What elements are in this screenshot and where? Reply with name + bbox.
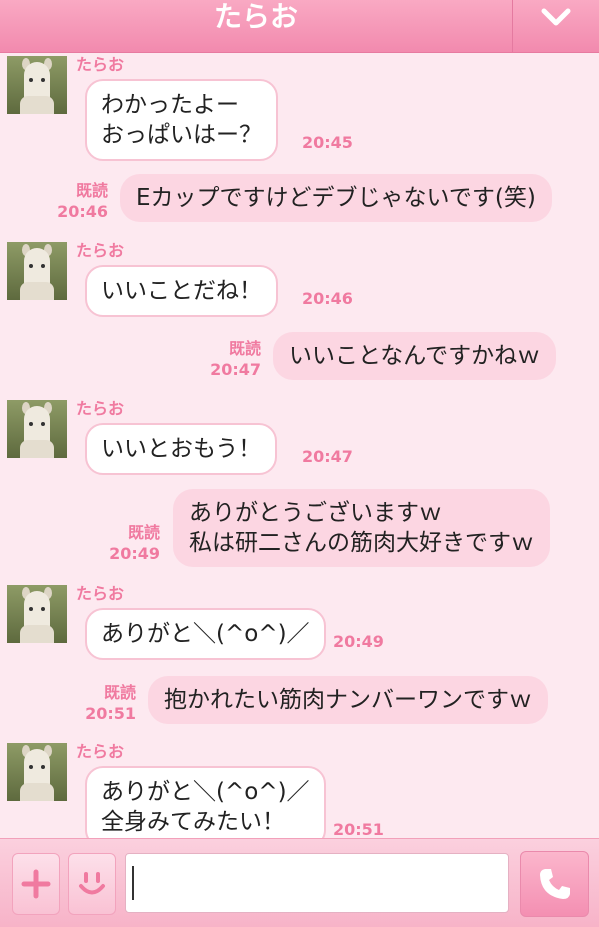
- read-receipt: 既読 20:49: [109, 522, 160, 564]
- message-time: 20:47: [210, 360, 261, 379]
- message-line: いいとおもう！: [101, 436, 262, 462]
- call-button[interactable]: [520, 851, 589, 917]
- chat-title: たらお: [213, 0, 298, 33]
- sender-name: たらお: [76, 55, 125, 74]
- avatar[interactable]: [7, 242, 67, 300]
- message-time: 20:49: [333, 632, 384, 651]
- add-button[interactable]: [12, 853, 60, 915]
- message-time: 20:46: [302, 289, 353, 308]
- message-bubble[interactable]: いいことだね！: [85, 265, 278, 317]
- read-label: 既読: [103, 683, 136, 702]
- message-line: いいことなんですかねｗ: [289, 343, 541, 369]
- message-bubble[interactable]: わかったよー おっぱいはー？: [85, 79, 278, 161]
- menu-button[interactable]: [513, 0, 599, 52]
- message-time: 20:51: [333, 820, 384, 838]
- read-label: 既読: [127, 523, 160, 542]
- read-receipt: 既読 20:46: [57, 180, 108, 222]
- message-line: わかったよー: [101, 92, 239, 118]
- sender-name: たらお: [76, 584, 125, 603]
- plus-icon: [21, 869, 51, 899]
- message-line: ありがと＼(^o^)／: [101, 621, 310, 647]
- sender-name: たらお: [76, 399, 125, 418]
- message-bubble[interactable]: Eカップですけどデブじゃないです(笑): [120, 174, 552, 222]
- message-line: 私は研二さんの筋肉大好きですｗ: [189, 530, 534, 556]
- message-line: ありがとうございますｗ: [189, 500, 442, 526]
- message-time: 20:51: [85, 704, 136, 723]
- message-bubble[interactable]: 抱かれたい筋肉ナンバーワンですｗ: [148, 676, 548, 724]
- message-time: 20:47: [302, 447, 353, 466]
- message-bubble[interactable]: いいとおもう！: [85, 423, 278, 475]
- message-bubble[interactable]: ありがと＼(^o^)／ 全身みてみたい！: [85, 766, 326, 838]
- message-line: おっぱいはー？: [101, 122, 262, 148]
- sender-name: たらお: [76, 742, 125, 761]
- read-label: 既読: [228, 339, 261, 358]
- read-receipt: 既読 20:47: [210, 338, 261, 380]
- avatar[interactable]: [7, 585, 67, 643]
- read-receipt: 既読 20:51: [85, 682, 136, 724]
- sender-name: たらお: [76, 241, 125, 260]
- message-bubble[interactable]: ありがとうございますｗ 私は研二さんの筋肉大好きですｗ: [173, 489, 550, 567]
- read-label: 既読: [75, 181, 108, 200]
- message-time: 20:46: [57, 202, 108, 221]
- message-line: 全身みてみたい！: [101, 809, 285, 835]
- phone-icon: [540, 869, 570, 899]
- message-time: 20:49: [109, 544, 160, 563]
- text-caret: [132, 866, 134, 900]
- composer-bar: [0, 838, 599, 927]
- message-bubble[interactable]: いいことなんですかねｗ: [273, 332, 557, 380]
- avatar[interactable]: [7, 743, 67, 801]
- message-time: 20:45: [302, 133, 353, 152]
- message-line: ありがと＼(^o^)／: [101, 779, 310, 805]
- avatar[interactable]: [7, 400, 67, 458]
- smiley-icon: [79, 872, 105, 895]
- chat-header: たらお: [0, 0, 599, 53]
- avatar[interactable]: [7, 56, 67, 114]
- message-list[interactable]: たらお わかったよー おっぱいはー？ 20:45 既読 20:46 Eカップです…: [0, 52, 599, 838]
- message-input[interactable]: [125, 853, 509, 913]
- message-bubble[interactable]: ありがと＼(^o^)／: [85, 608, 326, 660]
- emoji-button[interactable]: [68, 853, 116, 915]
- message-line: いいことだね！: [101, 278, 262, 304]
- message-line: Eカップですけどデブじゃないです(笑): [136, 185, 536, 211]
- chevron-down-icon: [541, 8, 571, 26]
- message-line: 抱かれたい筋肉ナンバーワンですｗ: [164, 687, 532, 713]
